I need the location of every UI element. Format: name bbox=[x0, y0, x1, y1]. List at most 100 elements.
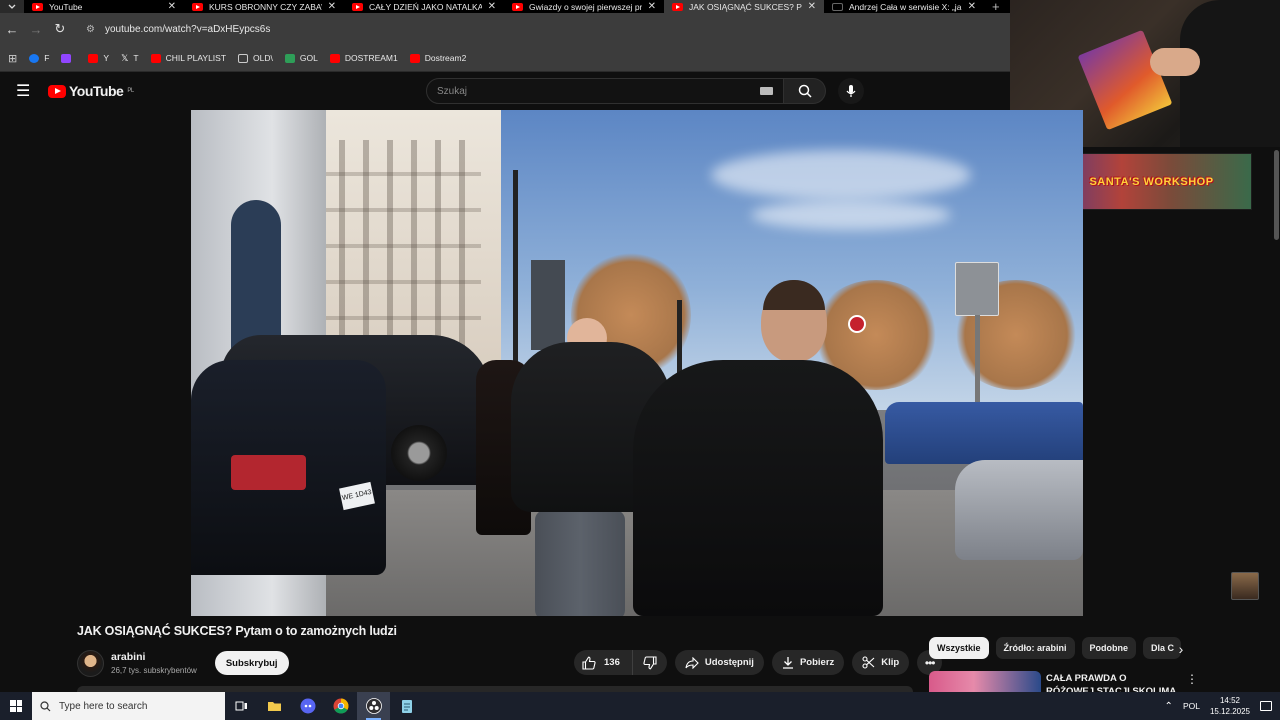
page-scrollbar[interactable] bbox=[1274, 150, 1279, 240]
browser-tab[interactable]: Andrzej Cała w serwisie X: „ja ju ✕ bbox=[824, 0, 984, 13]
chip-all[interactable]: Wszystkie bbox=[929, 637, 989, 659]
video-person-glasses bbox=[633, 280, 883, 616]
share-label: Udostępnij bbox=[704, 657, 754, 668]
x-icon bbox=[832, 2, 843, 11]
voice-search-button[interactable] bbox=[838, 78, 864, 104]
clip-button[interactable]: Klip bbox=[852, 650, 910, 675]
notepad-icon bbox=[401, 699, 412, 713]
like-button[interactable]: 136 bbox=[574, 650, 633, 675]
youtube-icon bbox=[32, 2, 43, 11]
video-van bbox=[885, 402, 1083, 464]
browser-tab[interactable]: Gwiazdy o swojej pierwszej pra ✕ bbox=[504, 0, 664, 13]
channel-name[interactable]: arabini bbox=[111, 651, 197, 663]
chrome-button[interactable] bbox=[324, 692, 357, 720]
back-arrow-icon[interactable]: ← bbox=[0, 22, 24, 37]
video-car bbox=[955, 460, 1083, 560]
youtube-masthead: ☰ YouTube PL Szukaj bbox=[0, 72, 1010, 110]
more-vertical-icon[interactable]: ⋮ bbox=[1186, 672, 1198, 686]
clip-label: Klip bbox=[881, 657, 900, 668]
tab-title: YouTube bbox=[49, 1, 83, 12]
new-tab-button[interactable]: + bbox=[984, 0, 1008, 14]
url-bar[interactable]: ⚙ youtube.com/watch?v=aDxHEypcs6s bbox=[80, 17, 1010, 41]
reload-icon[interactable]: ↻ bbox=[48, 21, 72, 37]
subscribe-button[interactable]: Subskrybuj bbox=[214, 651, 289, 675]
tab-title: Gwiazdy o swojej pierwszej pra bbox=[529, 1, 642, 12]
bookmark-item[interactable]: CHIL PLAYLIST bbox=[150, 53, 226, 63]
clock[interactable]: 14:52 15.12.2025 bbox=[1210, 695, 1250, 717]
tab-title: CAŁY DZIEŃ JAKO NATALKA!! (I bbox=[369, 1, 482, 12]
recommendation-title[interactable]: CAŁA PRAWDA O RÓŻOWEJ STACJI SKOLIMA - bbox=[1046, 672, 1176, 692]
video-title: JAK OSIĄGNĄĆ SUKCES? Pytam o to zamożnyc… bbox=[77, 624, 397, 638]
bookmark-item[interactable]: DOSTREAM1 bbox=[329, 53, 398, 63]
recommendation-thumbnail[interactable] bbox=[929, 671, 1041, 693]
site-settings-icon[interactable]: ⚙ bbox=[86, 24, 95, 35]
bookmark-item[interactable]: F bbox=[29, 53, 49, 63]
close-icon[interactable]: ✕ bbox=[488, 1, 496, 12]
close-icon[interactable]: ✕ bbox=[168, 1, 176, 12]
browser-tab[interactable]: YouTube ✕ bbox=[24, 0, 184, 13]
microphone-icon bbox=[846, 85, 856, 97]
task-view-button[interactable] bbox=[225, 692, 258, 720]
share-button[interactable]: Udostępnij bbox=[674, 650, 764, 675]
close-icon[interactable]: ✕ bbox=[648, 1, 656, 12]
video-jacket bbox=[633, 360, 883, 616]
download-button[interactable]: Pobierz bbox=[771, 650, 845, 675]
book-image bbox=[1077, 29, 1173, 131]
clock-time: 14:52 bbox=[1219, 696, 1240, 705]
bookmark-item[interactable]: 𝕏T bbox=[121, 53, 138, 64]
license-plate: WE 1D43 bbox=[339, 481, 375, 511]
language-indicator[interactable]: POL bbox=[1183, 701, 1200, 711]
browser-tab[interactable]: CAŁY DZIEŃ JAKO NATALKA!! (I ✕ bbox=[344, 0, 504, 13]
close-icon[interactable]: ✕ bbox=[808, 1, 816, 12]
start-button[interactable] bbox=[0, 692, 32, 720]
channel-meta: arabini 26,7 tys. subskrybentów bbox=[111, 651, 197, 675]
like-count: 136 bbox=[604, 657, 620, 668]
bookmarks-bar: ⊞ F Y 𝕏T CHIL PLAYLIST OLD\ GOL DOSTREAM… bbox=[0, 45, 1010, 72]
taskbar-search-field[interactable]: Type here to search bbox=[32, 692, 225, 720]
bookmark-item[interactable]: Dostream2 bbox=[409, 53, 466, 63]
chip-similar[interactable]: Podobne bbox=[1081, 637, 1137, 659]
video-taillight bbox=[231, 455, 306, 490]
video-legs bbox=[535, 510, 625, 616]
bookmark-item[interactable]: GOL bbox=[284, 53, 318, 63]
tab-search-button[interactable] bbox=[0, 0, 24, 13]
youtube-logo[interactable]: YouTube PL bbox=[48, 83, 134, 99]
apps-grid-icon[interactable]: ⊞ bbox=[8, 52, 17, 65]
mini-avatar-thumbnail[interactable] bbox=[1231, 572, 1259, 600]
browser-tab[interactable]: KURS OBRONNY CZY ZABAWA ✕ bbox=[184, 0, 344, 13]
bookmark-label: GOL bbox=[299, 53, 318, 63]
bookmark-label: T bbox=[133, 53, 139, 63]
app-button[interactable] bbox=[390, 692, 423, 720]
video-wheel bbox=[391, 425, 447, 481]
chevron-down-icon bbox=[8, 4, 16, 9]
browser-tab-active[interactable]: JAK OSIĄGNĄĆ SUKCES? Pytam ✕ bbox=[664, 0, 824, 13]
video-player[interactable]: WE 1D43 bbox=[191, 110, 1083, 616]
keyboard-icon[interactable] bbox=[760, 87, 773, 95]
chevron-right-icon[interactable]: › bbox=[1173, 638, 1189, 660]
like-dislike-group: 136 bbox=[574, 650, 667, 675]
x-icon: 𝕏 bbox=[121, 52, 129, 63]
browser-tab-strip: YouTube ✕ KURS OBRONNY CZY ZABAWA ✕ CAŁY… bbox=[0, 0, 1010, 14]
chip-source[interactable]: Źródło: arabini bbox=[995, 637, 1075, 659]
download-label: Pobierz bbox=[799, 657, 835, 668]
forward-arrow-icon[interactable]: → bbox=[24, 22, 48, 37]
close-icon[interactable]: ✕ bbox=[968, 1, 976, 12]
chevron-up-icon[interactable]: ⌃ bbox=[1165, 701, 1173, 712]
file-explorer-button[interactable] bbox=[258, 692, 291, 720]
close-icon[interactable]: ✕ bbox=[328, 1, 336, 12]
video-actions: 136 Udostępnij Pobierz Klip ••• bbox=[574, 650, 943, 675]
obs-button[interactable] bbox=[357, 692, 390, 720]
avatar[interactable] bbox=[77, 649, 104, 677]
folder-icon bbox=[268, 702, 281, 711]
search-button[interactable] bbox=[784, 78, 826, 104]
notification-icon[interactable] bbox=[1260, 701, 1272, 711]
menu-icon[interactable]: ☰ bbox=[16, 81, 32, 101]
bookmark-item[interactable] bbox=[61, 53, 76, 63]
bookmark-folder[interactable]: OLD\ bbox=[238, 53, 273, 63]
search-input[interactable]: Szukaj bbox=[426, 78, 784, 104]
discord-button[interactable] bbox=[291, 692, 324, 720]
bookmark-label: DOSTREAM1 bbox=[344, 53, 398, 63]
bookmark-item[interactable]: Y bbox=[88, 53, 109, 63]
obs-icon bbox=[365, 698, 382, 714]
dislike-button[interactable] bbox=[633, 650, 667, 675]
